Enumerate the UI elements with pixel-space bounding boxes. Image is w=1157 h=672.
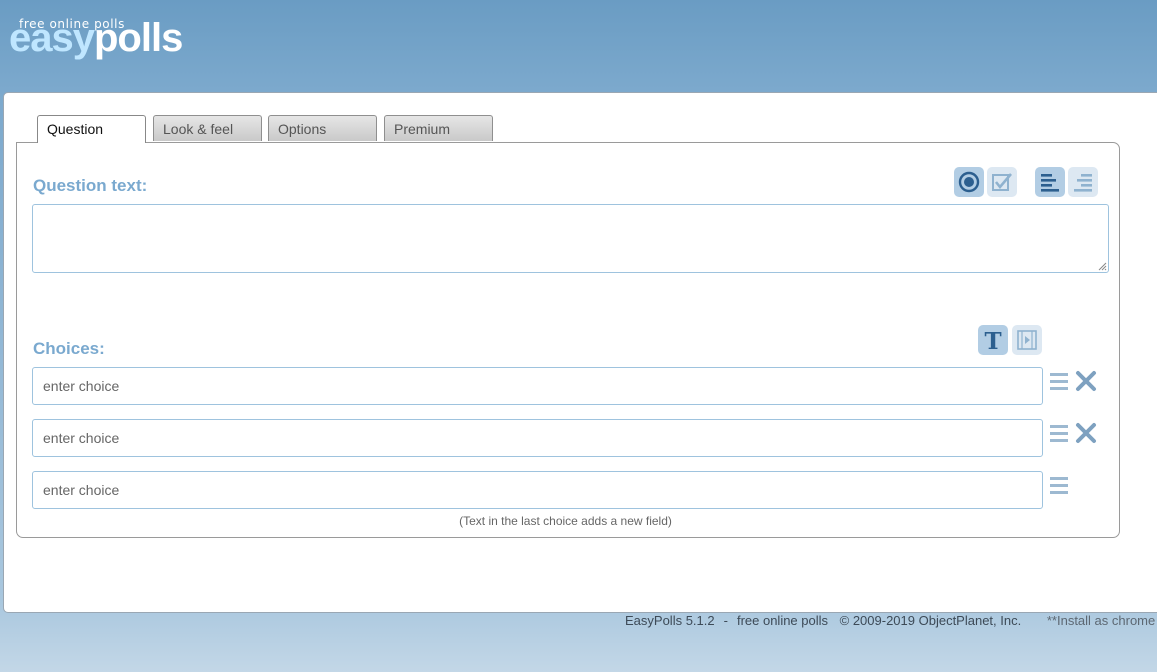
footer-tagline: free online polls — [736, 613, 829, 628]
align-left-icon — [1041, 174, 1059, 192]
question-text-input[interactable] — [32, 204, 1109, 273]
choice-input-3[interactable] — [32, 471, 1043, 509]
tab-premium[interactable]: Premium — [384, 115, 493, 141]
editor-panel: Question Look & feel Options Premium Que… — [3, 92, 1157, 613]
logo: free online polls easypolls — [9, 14, 183, 58]
logo-tagline: free online polls — [19, 17, 125, 31]
align-right-icon — [1074, 174, 1092, 192]
footer-separator: - — [723, 613, 728, 628]
checkbox-multiple-choice-icon — [992, 173, 1012, 191]
radio-single-choice-icon — [958, 171, 980, 193]
align-left-button[interactable] — [1035, 167, 1065, 197]
footer-copyright: © 2009-2019 ObjectPlanet, Inc. — [839, 613, 1022, 628]
choice-input-1[interactable] — [32, 367, 1043, 405]
tab-options[interactable]: Options — [268, 115, 377, 141]
footer: EasyPolls 5.1.2- free online polls © 2009… — [625, 613, 1157, 628]
tab-question[interactable]: Question — [37, 115, 146, 143]
question-tab-content: Question text: Choices: T enter choice e… — [16, 142, 1120, 538]
choice-input-2[interactable] — [32, 419, 1043, 457]
question-text-label: Question text: — [33, 176, 148, 195]
drag-handle-icon[interactable] — [1048, 422, 1070, 444]
svg-text:T: T — [984, 328, 1001, 352]
tab-look-and-feel[interactable]: Look & feel — [153, 115, 262, 141]
drag-handle-icon[interactable] — [1048, 474, 1070, 496]
footer-product: EasyPolls 5.1.2 — [625, 613, 715, 628]
align-right-button[interactable] — [1068, 167, 1098, 197]
choices-label: Choices: — [33, 339, 105, 358]
multiple-choice-button[interactable] — [987, 167, 1017, 197]
remove-choice-icon[interactable] — [1075, 422, 1097, 444]
footer-chrome-install-link[interactable]: **Install as chrome v — [1047, 613, 1157, 628]
media-choice-button[interactable] — [1012, 325, 1042, 355]
text-choice-icon: T — [984, 328, 1001, 352]
media-choice-icon — [1017, 330, 1037, 350]
remove-choice-icon[interactable] — [1075, 370, 1097, 392]
text-choice-button[interactable]: T — [978, 325, 1008, 355]
single-choice-button[interactable] — [954, 167, 984, 197]
resize-grip-icon[interactable] — [1098, 262, 1107, 271]
choices-hint: (Text in the last choice adds a new fiel… — [459, 514, 672, 528]
drag-handle-icon[interactable] — [1048, 370, 1070, 392]
